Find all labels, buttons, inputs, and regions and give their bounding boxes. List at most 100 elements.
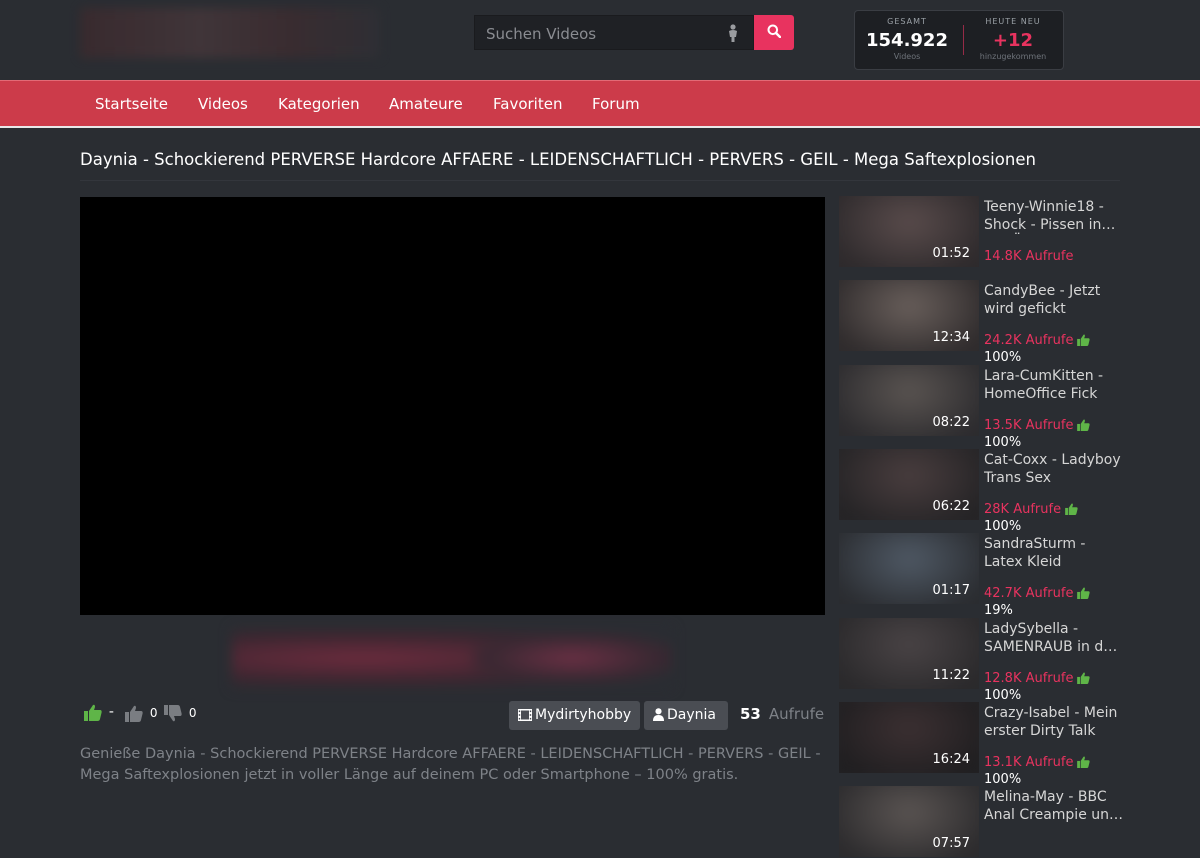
thumbs-up-icon [1077, 334, 1091, 346]
related-video-rating: 100% [984, 519, 1022, 534]
nav-forum[interactable]: Forum [592, 95, 640, 113]
channel-tag[interactable]: Mydirtyhobby [509, 701, 640, 730]
dislike-button[interactable]: 0 [164, 705, 196, 722]
user-icon [653, 708, 664, 721]
related-video-views: 14.8K Aufrufe [984, 249, 1073, 264]
view-count-value: 53 [740, 705, 761, 723]
related-video-views: 24.2K Aufrufe [984, 333, 1091, 348]
nav-videos[interactable]: Videos [198, 95, 248, 113]
nav-favoriten[interactable]: Favoriten [493, 95, 562, 113]
voice-search-icon[interactable] [727, 24, 739, 42]
view-count: 53 Aufrufe [740, 705, 824, 723]
dislike-icon [164, 705, 182, 722]
related-video-card[interactable]: 01:52 Teeny-Winnie18 - Shock - Pissen in … [839, 196, 1129, 268]
amateur-tag[interactable]: Daynia [644, 701, 728, 730]
video-thumbnail[interactable]: 07:57 [839, 786, 979, 857]
views-text: 13.1K Aufrufe [984, 755, 1074, 770]
view-count-label: Aufrufe [768, 705, 825, 723]
thumbs-up-icon [1077, 756, 1091, 768]
related-video-card[interactable]: 06:22 Cat-Coxx - Ladyboy Trans Sex 28K Auf… [839, 449, 1129, 534]
related-video-views: 28K Aufrufe [984, 502, 1078, 517]
new-sub: hinzugekommen [979, 52, 1047, 61]
thumbs-up-icon [1077, 419, 1091, 431]
total-label: GESAMT [887, 17, 927, 26]
video-thumbnail[interactable]: 08:22 [839, 365, 979, 436]
dislike-count: 0 [188, 706, 197, 720]
film-icon [518, 709, 532, 721]
search-input[interactable] [475, 16, 728, 51]
related-video-title[interactable]: Teeny-Winnie18 - Shock - Pissen in der Ö… [984, 199, 1124, 234]
related-video-card[interactable]: 16:24 Crazy-Isabel - Mein erster Dirty Ta… [839, 702, 1129, 787]
related-video-title[interactable]: Lara-CumKitten - HomeOffice Fick [984, 368, 1124, 403]
views-text: 12.8K Aufrufe [984, 671, 1074, 686]
related-video-title[interactable]: CandyBee - Jetzt wird gefickt [984, 283, 1124, 318]
search-icon [767, 24, 782, 39]
video-stats-box: GESAMT 154.922 Videos HEUTE NEU +12 hinz… [854, 10, 1064, 70]
related-video-rating: 100% [984, 435, 1022, 450]
video-player[interactable] [80, 197, 825, 615]
video-thumbnail[interactable]: 06:22 [839, 449, 979, 520]
related-video-rating: 100% [984, 688, 1022, 703]
search-button[interactable] [754, 15, 794, 50]
nav-amateure[interactable]: Amateure [389, 95, 463, 113]
video-actions: - 0 0 Mydirtyhobby Daynia 53 Aufrufe [80, 700, 825, 732]
video-thumbnail[interactable]: 16:24 [839, 702, 979, 773]
video-duration: 07:57 [932, 836, 970, 851]
new-value: +12 [992, 30, 1034, 51]
rating-value: - [108, 704, 114, 720]
related-video-rating: 100% [984, 772, 1022, 787]
related-video-card[interactable]: 08:22 Lara-CumKitten - HomeOffice Fick 13.… [839, 365, 1129, 450]
nav-startseite[interactable]: Startseite [95, 95, 168, 113]
amateur-name: Daynia [667, 707, 716, 723]
thumbs-up-icon [1065, 503, 1078, 515]
like-icon [125, 705, 143, 722]
video-description: Genieße Daynia - Schockierend PERVERSE H… [80, 746, 821, 783]
views-text: 13.5K Aufrufe [984, 418, 1074, 433]
related-video-card[interactable]: 11:22 LadySybella - SAMENRAUB in der Saun… [839, 618, 1129, 703]
video-thumbnail[interactable]: 01:52 [839, 196, 979, 267]
related-video-views: 13.5K Aufrufe [984, 418, 1091, 433]
video-thumbnail[interactable]: 01:17 [839, 533, 979, 604]
thumbs-up-icon [84, 704, 102, 721]
nav-kategorien[interactable]: Kategorien [278, 95, 360, 113]
related-video-title[interactable]: Crazy-Isabel - Mein erster Dirty Talk [984, 705, 1124, 740]
video-thumbnail[interactable]: 12:34 [839, 280, 979, 351]
video-duration: 06:22 [932, 499, 970, 514]
views-text: 42.7K Aufrufe [984, 586, 1074, 601]
total-value: 154.922 [866, 30, 948, 51]
site-logo[interactable] [80, 8, 380, 58]
thumbs-up-icon [1077, 672, 1091, 684]
views-text: 24.2K Aufrufe [984, 333, 1074, 348]
total-videos-stat: GESAMT 154.922 Videos [855, 11, 959, 69]
related-video-card[interactable]: 12:34 CandyBee - Jetzt wird gefickt 24.2K … [839, 280, 1129, 365]
video-duration: 01:52 [932, 246, 970, 261]
ad-banner[interactable] [232, 628, 672, 688]
main-nav: Startseite Videos Kategorien Amateure Fa… [0, 80, 1200, 128]
related-video-title[interactable]: Melina-May - BBC Anal Creampie und mehr [984, 789, 1124, 824]
like-button[interactable]: 0 [125, 705, 157, 722]
related-video-title[interactable]: LadySybella - SAMENRAUB in der Sauna [984, 621, 1124, 656]
like-count: 0 [149, 706, 158, 720]
video-title: Daynia - Schockierend PERVERSE Hardcore … [80, 150, 1036, 169]
video-thumbnail[interactable]: 11:22 [839, 618, 979, 689]
related-video-rating: 100% [984, 350, 1022, 365]
title-divider [80, 180, 1120, 181]
views-text: 14.8K Aufrufe [984, 249, 1074, 264]
rating: - [84, 704, 114, 721]
channel-name: Mydirtyhobby [535, 707, 632, 723]
new-label: HEUTE NEU [985, 17, 1041, 26]
related-video-title[interactable]: SandraSturm - Latex Kleid [984, 536, 1124, 571]
search-box [474, 15, 754, 51]
related-video-card[interactable]: 07:57 Melina-May - BBC Anal Creampie und … [839, 786, 1129, 858]
related-video-views: 13.1K Aufrufe [984, 755, 1091, 770]
video-duration: 12:34 [932, 330, 970, 345]
related-video-card[interactable]: 01:17 SandraSturm - Latex Kleid 42.7K Aufr… [839, 533, 1129, 618]
thumbs-up-icon [1077, 587, 1091, 599]
video-duration: 01:17 [932, 583, 970, 598]
related-video-views: 42.7K Aufrufe [984, 586, 1091, 601]
related-video-title[interactable]: Cat-Coxx - Ladyboy Trans Sex [984, 452, 1124, 487]
views-text: 28K Aufrufe [984, 502, 1062, 517]
video-duration: 08:22 [932, 415, 970, 430]
new-videos-stat: HEUTE NEU +12 hinzugekommen [961, 11, 1065, 69]
header: GESAMT 154.922 Videos HEUTE NEU +12 hinz… [0, 0, 1200, 80]
